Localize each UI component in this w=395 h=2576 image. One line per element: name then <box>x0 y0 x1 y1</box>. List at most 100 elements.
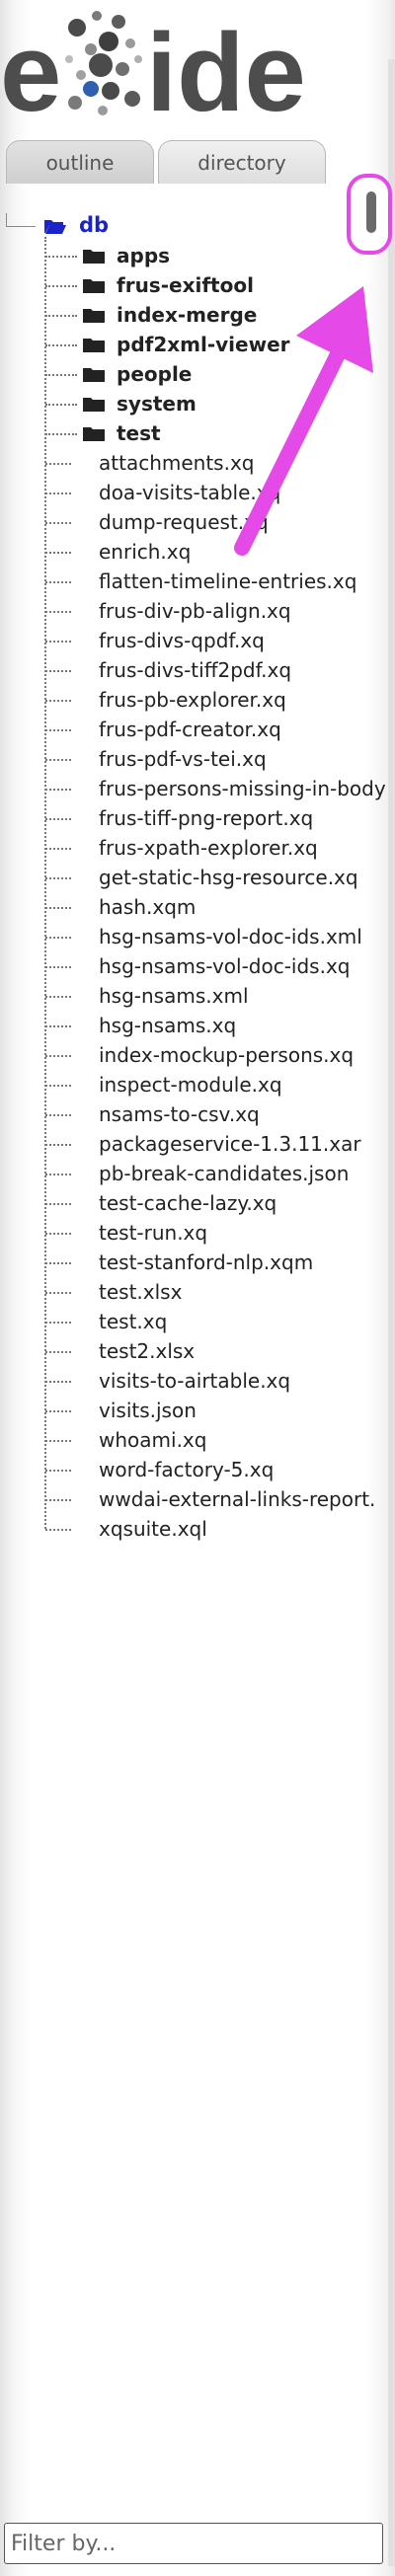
tree-file-item[interactable]: frus-tiff-png-report.xq <box>0 803 385 833</box>
tree-connector <box>45 1025 71 1027</box>
tree-connector <box>45 1174 71 1175</box>
tree-file-item[interactable]: frus-divs-tiff2pdf.xq <box>0 655 385 685</box>
tree-file-label: inspect-module.xq <box>99 1073 282 1097</box>
tree-connector <box>45 1529 71 1531</box>
tree-file-item[interactable]: frus-xpath-explorer.xq <box>0 833 385 863</box>
tree-file-item[interactable]: frus-pdf-creator.xq <box>0 715 385 744</box>
tree-folder-item[interactable]: frus-exiftool <box>0 270 385 300</box>
tree-folder-item[interactable]: index-merge <box>0 300 385 330</box>
tree-file-item[interactable]: hash.xqm <box>0 892 385 922</box>
folder-icon <box>83 309 105 323</box>
filter-input[interactable] <box>4 2523 383 2564</box>
tree-file-item[interactable]: enrich.xq <box>0 537 385 567</box>
tree-file-item[interactable]: xqsuite.xql <box>0 1514 385 1544</box>
tree-file-label: word-factory-5.xq <box>99 1458 275 1481</box>
tree-file-item[interactable]: test.xlsx <box>0 1277 385 1307</box>
tree-file-label: frus-pb-explorer.xq <box>99 688 286 712</box>
tree-file-item[interactable]: nsams-to-csv.xq <box>0 1099 385 1129</box>
tree-root-connector <box>6 213 7 227</box>
tree-file-item[interactable]: get-static-hsg-resource.xq <box>0 863 385 892</box>
tree-file-label: test-cache-lazy.xq <box>99 1191 277 1215</box>
folder-icon <box>83 279 105 293</box>
tree-folder-item[interactable]: pdf2xml-viewer <box>0 330 385 359</box>
tab-directory-label: directory <box>198 150 286 175</box>
scrollbar-track[interactable] <box>388 59 395 2566</box>
tree-file-item[interactable]: index-mockup-persons.xq <box>0 1040 385 1070</box>
tree-file-item[interactable]: frus-pdf-vs-tei.xq <box>0 744 385 774</box>
tree-connector <box>45 581 71 583</box>
tree-connector <box>45 611 71 613</box>
tree-file-item[interactable]: hsg-nsams-vol-doc-ids.xml <box>0 922 385 951</box>
tree-file-label: frus-persons-missing-in-body <box>99 777 386 800</box>
tree-connector <box>45 315 77 317</box>
tree-connector <box>45 848 71 850</box>
tree-file-item[interactable]: visits.json <box>0 1396 385 1425</box>
scrollbar-thumb[interactable] <box>366 191 376 233</box>
tree-connector <box>45 404 77 406</box>
tree-file-item[interactable]: test-cache-lazy.xq <box>0 1188 385 1218</box>
tree-connector <box>45 374 77 376</box>
tree-connector <box>45 937 71 939</box>
tree-folder-label: test <box>117 421 161 445</box>
tree-connector <box>45 907 71 909</box>
tree-folder-item[interactable]: apps <box>0 241 385 270</box>
tree-file-item[interactable]: packageservice-1.3.11.xar <box>0 1129 385 1159</box>
tree-file-item[interactable]: frus-div-pb-align.xq <box>0 596 385 626</box>
tree-folder-label: frus-exiftool <box>117 273 254 297</box>
tree-file-item[interactable]: dump-request.xq <box>0 507 385 537</box>
tree-file-item[interactable]: pb-break-candidates.json <box>0 1159 385 1188</box>
tree-connector <box>45 1499 71 1501</box>
tree-file-label: wwdai-external-links-report. <box>99 1487 376 1511</box>
tree-file-label: index-mockup-persons.xq <box>99 1043 355 1067</box>
tree-file-item[interactable]: test-run.xq <box>0 1218 385 1248</box>
tree-connector <box>45 552 71 554</box>
tree-folder-label: apps <box>117 244 171 267</box>
tree-folder-item[interactable]: test <box>0 418 385 448</box>
tree-file-label: visits-to-airtable.xq <box>99 1369 291 1393</box>
tree-file-item[interactable]: frus-pb-explorer.xq <box>0 685 385 715</box>
tree-file-label: frus-xpath-explorer.xq <box>99 836 318 860</box>
tree-file-label: test-stanford-nlp.xqm <box>99 1250 314 1274</box>
tree-file-label: frus-tiff-png-report.xq <box>99 806 314 830</box>
tab-outline[interactable]: outline <box>6 140 154 184</box>
tree-file-label: xqsuite.xql <box>99 1517 207 1541</box>
tree-root-connector-h <box>6 226 36 227</box>
tree-root-db[interactable]: db <box>0 209 385 243</box>
exide-logo: e ide <box>0 0 306 134</box>
tree-folder-item[interactable]: people <box>0 359 385 389</box>
tree-file-item[interactable]: hsg-nsams-vol-doc-ids.xq <box>0 951 385 981</box>
folder-open-icon <box>44 220 66 234</box>
tree-connector <box>45 700 71 702</box>
tree-file-item[interactable]: test-stanford-nlp.xqm <box>0 1248 385 1277</box>
tree-file-item[interactable]: visits-to-airtable.xq <box>0 1366 385 1396</box>
tree-file-item[interactable]: flatten-timeline-entries.xq <box>0 567 385 596</box>
tree-connector <box>45 492 71 494</box>
tree-file-item[interactable]: frus-divs-qpdf.xq <box>0 626 385 655</box>
tree-file-item[interactable]: wwdai-external-links-report. <box>0 1484 385 1514</box>
tree-file-item[interactable]: whoami.xq <box>0 1425 385 1455</box>
tree-connector <box>45 1470 71 1472</box>
tree-connector <box>45 818 71 820</box>
tree-folder-label: people <box>117 362 193 386</box>
tree-connector <box>45 1085 71 1087</box>
tree-file-item[interactable]: inspect-module.xq <box>0 1070 385 1099</box>
tree-file-label: test.xlsx <box>99 1280 183 1304</box>
folder-icon <box>83 368 105 382</box>
tree-file-item[interactable]: test2.xlsx <box>0 1336 385 1366</box>
tree-folder-item[interactable]: system <box>0 389 385 418</box>
tree-file-item[interactable]: attachments.xq <box>0 448 385 478</box>
tab-outline-label: outline <box>45 150 115 175</box>
tree-file-item[interactable]: test.xq <box>0 1307 385 1336</box>
tree-file-item[interactable]: frus-persons-missing-in-body <box>0 774 386 803</box>
tree-file-label: hsg-nsams.xml <box>99 984 249 1008</box>
tree-connector <box>45 789 71 791</box>
scroll-indicator[interactable] <box>347 174 392 255</box>
tree-file-item[interactable]: word-factory-5.xq <box>0 1455 385 1484</box>
tree-file-item[interactable]: hsg-nsams.xq <box>0 1011 385 1040</box>
tree-file-item[interactable]: doa-visits-table.xq <box>0 478 385 507</box>
tree-file-label: doa-visits-table.xq <box>99 481 281 504</box>
tree-file-item[interactable]: hsg-nsams.xml <box>0 981 385 1011</box>
tab-directory[interactable]: directory <box>158 140 326 184</box>
tree-file-label: frus-pdf-creator.xq <box>99 718 281 741</box>
tree-connector <box>45 1410 71 1412</box>
